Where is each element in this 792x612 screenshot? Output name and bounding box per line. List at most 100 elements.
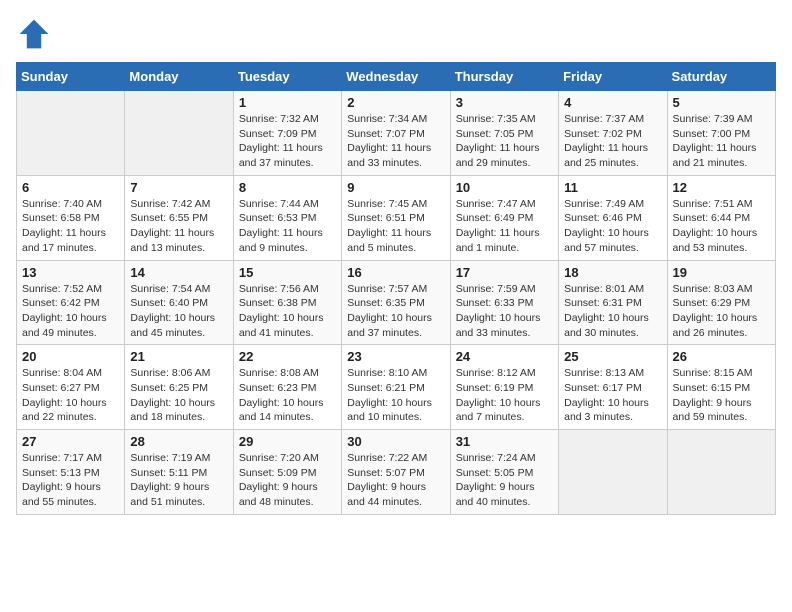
calendar-week-row: 6 Sunrise: 7:40 AMSunset: 6:58 PMDaylight… xyxy=(17,175,776,260)
day-number: 14 xyxy=(130,265,227,280)
calendar-cell: 15 Sunrise: 7:56 AMSunset: 6:38 PMDayligh… xyxy=(233,260,341,345)
day-info: Sunrise: 8:08 AMSunset: 6:23 PMDaylight:… xyxy=(239,366,336,425)
day-number: 24 xyxy=(456,349,553,364)
day-info: Sunrise: 8:01 AMSunset: 6:31 PMDaylight:… xyxy=(564,282,661,341)
day-number: 31 xyxy=(456,434,553,449)
day-info: Sunrise: 7:40 AMSunset: 6:58 PMDaylight:… xyxy=(22,197,119,256)
weekday-header-tuesday: Tuesday xyxy=(233,63,341,91)
day-info: Sunrise: 7:17 AMSunset: 5:13 PMDaylight:… xyxy=(22,451,119,510)
day-info: Sunrise: 7:44 AMSunset: 6:53 PMDaylight:… xyxy=(239,197,336,256)
day-number: 30 xyxy=(347,434,444,449)
calendar-cell: 6 Sunrise: 7:40 AMSunset: 6:58 PMDaylight… xyxy=(17,175,125,260)
day-info: Sunrise: 7:47 AMSunset: 6:49 PMDaylight:… xyxy=(456,197,553,256)
day-info: Sunrise: 8:04 AMSunset: 6:27 PMDaylight:… xyxy=(22,366,119,425)
logo xyxy=(16,16,58,52)
day-info: Sunrise: 7:52 AMSunset: 6:42 PMDaylight:… xyxy=(22,282,119,341)
calendar-cell: 26 Sunrise: 8:15 AMSunset: 6:15 PMDayligh… xyxy=(667,345,775,430)
day-info: Sunrise: 7:57 AMSunset: 6:35 PMDaylight:… xyxy=(347,282,444,341)
day-info: Sunrise: 8:15 AMSunset: 6:15 PMDaylight:… xyxy=(673,366,770,425)
calendar-cell: 21 Sunrise: 8:06 AMSunset: 6:25 PMDayligh… xyxy=(125,345,233,430)
calendar-cell: 13 Sunrise: 7:52 AMSunset: 6:42 PMDayligh… xyxy=(17,260,125,345)
calendar-week-row: 1Sunrise: 7:32 AMSunset: 7:09 PMDaylight… xyxy=(17,91,776,176)
day-number: 29 xyxy=(239,434,336,449)
day-number: 8 xyxy=(239,180,336,195)
day-number: 2 xyxy=(347,95,444,110)
day-number: 23 xyxy=(347,349,444,364)
day-info: Sunrise: 7:42 AMSunset: 6:55 PMDaylight:… xyxy=(130,197,227,256)
calendar-cell: 30Sunrise: 7:22 AMSunset: 5:07 PMDayligh… xyxy=(342,430,450,515)
day-info: Sunrise: 7:24 AMSunset: 5:05 PMDaylight:… xyxy=(456,451,553,510)
weekday-header-row: SundayMondayTuesdayWednesdayThursdayFrid… xyxy=(17,63,776,91)
calendar-week-row: 13 Sunrise: 7:52 AMSunset: 6:42 PMDayligh… xyxy=(17,260,776,345)
day-info: Sunrise: 8:06 AMSunset: 6:25 PMDaylight:… xyxy=(130,366,227,425)
calendar-cell: 24 Sunrise: 8:12 AMSunset: 6:19 PMDayligh… xyxy=(450,345,558,430)
calendar-cell: 23 Sunrise: 8:10 AMSunset: 6:21 PMDayligh… xyxy=(342,345,450,430)
day-info: Sunrise: 8:13 AMSunset: 6:17 PMDaylight:… xyxy=(564,366,661,425)
calendar-cell xyxy=(17,91,125,176)
calendar-cell xyxy=(559,430,667,515)
calendar-cell: 7 Sunrise: 7:42 AMSunset: 6:55 PMDaylight… xyxy=(125,175,233,260)
calendar-cell xyxy=(125,91,233,176)
calendar-cell: 17 Sunrise: 7:59 AMSunset: 6:33 PMDayligh… xyxy=(450,260,558,345)
calendar-cell: 12 Sunrise: 7:51 AMSunset: 6:44 PMDayligh… xyxy=(667,175,775,260)
day-info: Sunrise: 7:35 AMSunset: 7:05 PMDaylight:… xyxy=(456,112,553,171)
day-info: Sunrise: 8:12 AMSunset: 6:19 PMDaylight:… xyxy=(456,366,553,425)
weekday-header-thursday: Thursday xyxy=(450,63,558,91)
logo-icon xyxy=(16,16,52,52)
day-info: Sunrise: 7:39 AMSunset: 7:00 PMDaylight:… xyxy=(673,112,770,171)
day-number: 17 xyxy=(456,265,553,280)
day-number: 1 xyxy=(239,95,336,110)
calendar-table: SundayMondayTuesdayWednesdayThursdayFrid… xyxy=(16,62,776,515)
weekday-header-friday: Friday xyxy=(559,63,667,91)
day-number: 27 xyxy=(22,434,119,449)
day-number: 21 xyxy=(130,349,227,364)
day-number: 15 xyxy=(239,265,336,280)
calendar-cell: 22 Sunrise: 8:08 AMSunset: 6:23 PMDayligh… xyxy=(233,345,341,430)
calendar-cell: 5 Sunrise: 7:39 AMSunset: 7:00 PMDaylight… xyxy=(667,91,775,176)
day-number: 20 xyxy=(22,349,119,364)
calendar-cell: 18 Sunrise: 8:01 AMSunset: 6:31 PMDayligh… xyxy=(559,260,667,345)
day-info: Sunrise: 7:51 AMSunset: 6:44 PMDaylight:… xyxy=(673,197,770,256)
day-info: Sunrise: 7:49 AMSunset: 6:46 PMDaylight:… xyxy=(564,197,661,256)
day-number: 4 xyxy=(564,95,661,110)
day-number: 11 xyxy=(564,180,661,195)
day-number: 18 xyxy=(564,265,661,280)
calendar-cell: 3Sunrise: 7:35 AMSunset: 7:05 PMDaylight… xyxy=(450,91,558,176)
day-number: 12 xyxy=(673,180,770,195)
day-info: Sunrise: 7:59 AMSunset: 6:33 PMDaylight:… xyxy=(456,282,553,341)
day-info: Sunrise: 8:03 AMSunset: 6:29 PMDaylight:… xyxy=(673,282,770,341)
calendar-cell: 1Sunrise: 7:32 AMSunset: 7:09 PMDaylight… xyxy=(233,91,341,176)
day-info: Sunrise: 8:10 AMSunset: 6:21 PMDaylight:… xyxy=(347,366,444,425)
day-number: 25 xyxy=(564,349,661,364)
calendar-cell: 9 Sunrise: 7:45 AMSunset: 6:51 PMDaylight… xyxy=(342,175,450,260)
day-info: Sunrise: 7:56 AMSunset: 6:38 PMDaylight:… xyxy=(239,282,336,341)
calendar-cell: 2 Sunrise: 7:34 AMSunset: 7:07 PMDaylight… xyxy=(342,91,450,176)
day-number: 9 xyxy=(347,180,444,195)
day-number: 7 xyxy=(130,180,227,195)
calendar-cell: 16 Sunrise: 7:57 AMSunset: 6:35 PMDayligh… xyxy=(342,260,450,345)
day-number: 22 xyxy=(239,349,336,364)
day-info: Sunrise: 7:19 AMSunset: 5:11 PMDaylight:… xyxy=(130,451,227,510)
day-info: Sunrise: 7:45 AMSunset: 6:51 PMDaylight:… xyxy=(347,197,444,256)
day-info: Sunrise: 7:34 AMSunset: 7:07 PMDaylight:… xyxy=(347,112,444,171)
calendar-cell: 14Sunrise: 7:54 AMSunset: 6:40 PMDayligh… xyxy=(125,260,233,345)
weekday-header-monday: Monday xyxy=(125,63,233,91)
day-number: 6 xyxy=(22,180,119,195)
calendar-cell: 8 Sunrise: 7:44 AMSunset: 6:53 PMDaylight… xyxy=(233,175,341,260)
calendar-week-row: 20 Sunrise: 8:04 AMSunset: 6:27 PMDayligh… xyxy=(17,345,776,430)
calendar-cell xyxy=(667,430,775,515)
day-number: 16 xyxy=(347,265,444,280)
weekday-header-saturday: Saturday xyxy=(667,63,775,91)
day-number: 26 xyxy=(673,349,770,364)
calendar-cell: 27 Sunrise: 7:17 AMSunset: 5:13 PMDayligh… xyxy=(17,430,125,515)
day-number: 5 xyxy=(673,95,770,110)
day-number: 13 xyxy=(22,265,119,280)
calendar-cell: 19Sunrise: 8:03 AMSunset: 6:29 PMDayligh… xyxy=(667,260,775,345)
calendar-cell: 28 Sunrise: 7:19 AMSunset: 5:11 PMDayligh… xyxy=(125,430,233,515)
weekday-header-wednesday: Wednesday xyxy=(342,63,450,91)
day-number: 28 xyxy=(130,434,227,449)
calendar-cell: 29Sunrise: 7:20 AMSunset: 5:09 PMDayligh… xyxy=(233,430,341,515)
calendar-cell: 20 Sunrise: 8:04 AMSunset: 6:27 PMDayligh… xyxy=(17,345,125,430)
page-header xyxy=(16,16,776,52)
calendar-cell: 10Sunrise: 7:47 AMSunset: 6:49 PMDayligh… xyxy=(450,175,558,260)
